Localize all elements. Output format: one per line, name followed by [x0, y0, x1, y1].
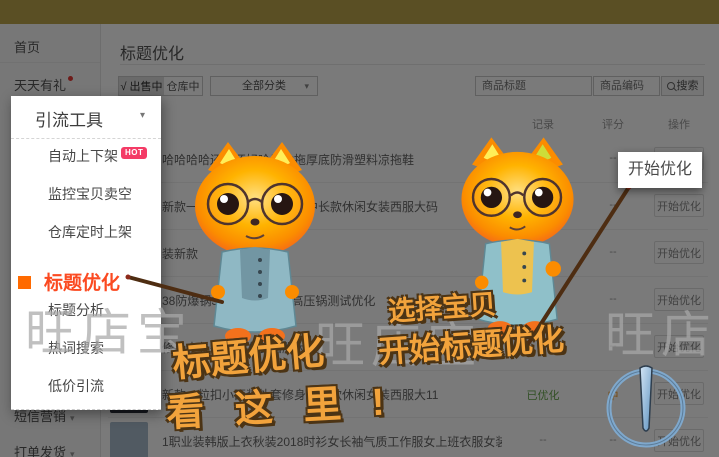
chevron-down-icon: ▾ [140, 110, 145, 121]
menu-title-traffic-tools[interactable]: 引流工具 [35, 106, 103, 131]
divider [11, 138, 161, 139]
menu-item-monitor-soldout[interactable]: 监控宝贝卖空 [48, 184, 132, 204]
hot-badge: HOT [121, 147, 147, 159]
screen: 首页 天天有礼 短信营销▾ 打单发货▾ 标题优化 √ 出售中 仓库中 全部分类 … [0, 0, 719, 457]
menu-item-auto-on-off-shelf[interactable]: 自动上下架HOT [48, 146, 147, 166]
active-item-bullet-icon [18, 276, 31, 289]
menu-item-title-optimization[interactable]: 标题优化 [44, 268, 120, 295]
menu-item-hot-word-search[interactable]: 热词搜索 [48, 338, 104, 358]
start-optimize-callout-button[interactable]: 开始优化 [618, 152, 702, 188]
menu-item-scheduled-listing[interactable]: 仓库定时上架 [48, 222, 132, 242]
menu-item-title-analysis[interactable]: 标题分析 [48, 300, 104, 320]
traffic-tools-menu: 引流工具 ▾ 自动上下架HOT 监控宝贝卖空 仓库定时上架 标题优化 标题分析 … [11, 96, 161, 410]
menu-item-low-price-traffic[interactable]: 低价引流 [48, 376, 104, 396]
